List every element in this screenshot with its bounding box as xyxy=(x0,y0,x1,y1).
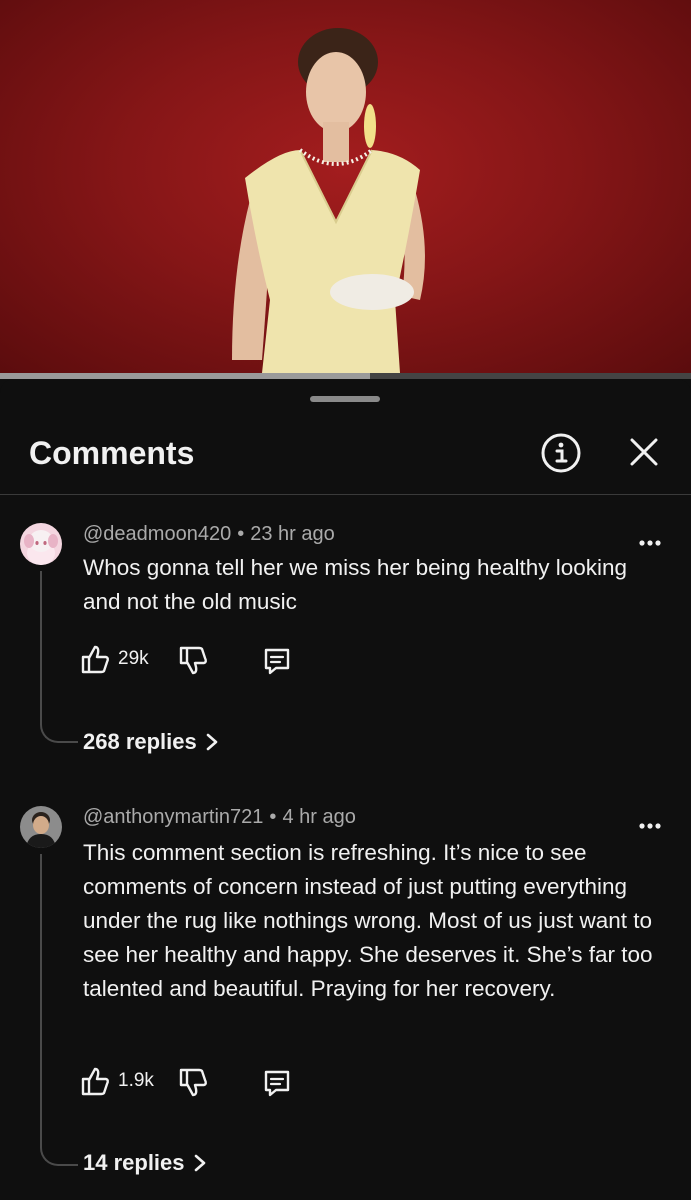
avatar[interactable] xyxy=(20,806,62,848)
thread-connector xyxy=(40,571,78,743)
reply-button[interactable] xyxy=(262,646,292,681)
more-dots-icon xyxy=(639,540,661,546)
more-options-button[interactable] xyxy=(634,533,666,553)
header-divider xyxy=(0,494,691,495)
comment-actions: 1.9k xyxy=(80,1065,320,1099)
view-replies-button[interactable]: 14 replies xyxy=(83,1150,207,1176)
drag-handle[interactable] xyxy=(310,396,380,402)
comment-author[interactable]: @deadmoon420 xyxy=(83,523,231,545)
thumbs-down-icon xyxy=(179,646,207,675)
comment-meta: @deadmoon420 • 23 hr ago xyxy=(83,523,335,545)
dislike-button[interactable] xyxy=(178,1067,208,1104)
like-button[interactable] xyxy=(80,643,110,680)
like-count: 1.9k xyxy=(118,1070,154,1091)
reply-button[interactable] xyxy=(262,1068,292,1103)
comment-bubble-icon xyxy=(264,1070,290,1097)
dislike-button[interactable] xyxy=(178,645,208,682)
comment-text: Whos gonna tell her we miss her being he… xyxy=(83,555,628,614)
comment-actions: 29k xyxy=(80,643,320,677)
replies-count-label: 268 replies xyxy=(83,729,197,754)
comment-author[interactable]: @anthonymartin721 xyxy=(83,806,263,828)
comment-time: 4 hr ago xyxy=(282,806,356,828)
close-icon xyxy=(630,438,658,466)
chevron-right-icon xyxy=(206,733,218,751)
view-replies-button[interactable]: 268 replies xyxy=(83,729,219,755)
chevron-right-icon xyxy=(194,1154,205,1172)
info-circle-icon xyxy=(541,433,581,473)
replies-count-label: 14 replies xyxy=(83,1150,185,1175)
comments-panel: Comments @deadmoon420 • 23 hr ago Whos g… xyxy=(0,379,691,1200)
avatar[interactable] xyxy=(20,523,62,565)
thumbs-up-icon xyxy=(81,1067,109,1096)
comment-text: This comment section is refreshing. It’s… xyxy=(83,840,653,1001)
close-button[interactable] xyxy=(624,432,664,472)
more-dots-icon xyxy=(639,823,661,829)
like-button[interactable] xyxy=(80,1065,110,1102)
thread-connector xyxy=(40,854,78,1166)
comment-time: 23 hr ago xyxy=(250,523,335,545)
like-count: 29k xyxy=(118,648,149,669)
video-frame-image xyxy=(232,28,425,373)
thumbs-up-icon xyxy=(81,645,109,674)
video-player[interactable] xyxy=(0,0,691,373)
panel-title: Comments xyxy=(29,435,195,471)
comment-bubble-icon xyxy=(264,648,290,675)
info-button[interactable] xyxy=(540,432,582,474)
comment-meta: @anthonymartin721 • 4 hr ago xyxy=(83,806,356,828)
more-options-button[interactable] xyxy=(634,816,666,836)
thumbs-down-icon xyxy=(179,1068,207,1097)
